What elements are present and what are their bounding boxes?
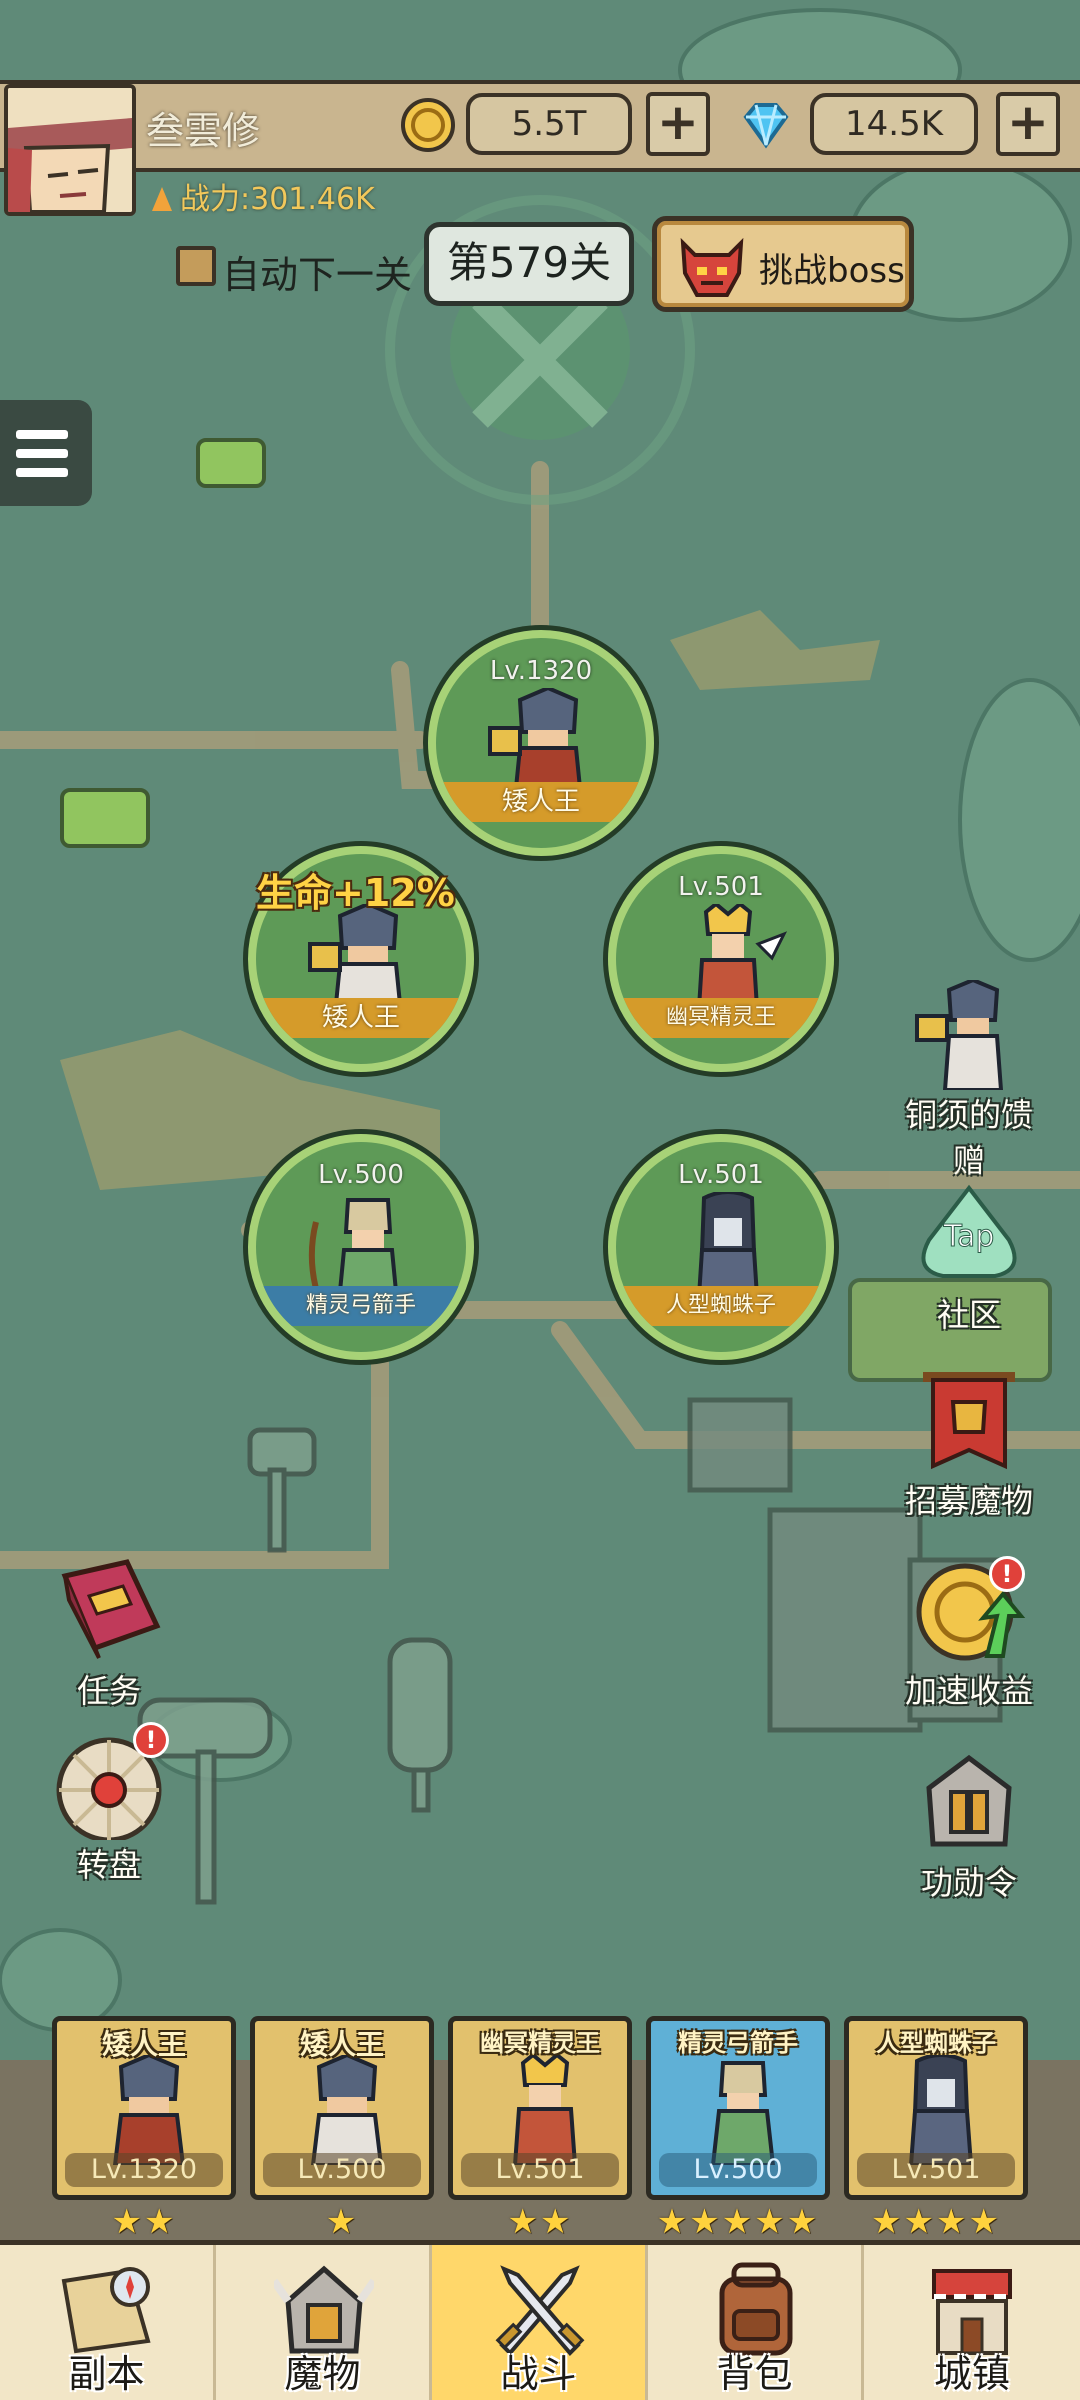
tap-community-icon: Tap <box>921 1184 1017 1278</box>
quest-button[interactable]: 任务 <box>34 1556 184 1712</box>
nav-dungeon-label: 副本 <box>68 2352 145 2396</box>
nav-dungeon[interactable]: 副本 <box>0 2245 216 2400</box>
hero-level: Lv.501 <box>678 1160 764 1190</box>
avatar-portrait-icon <box>8 88 132 212</box>
elf-archer-card-icon <box>710 2061 776 2165</box>
lucky-wheel-button[interactable]: ! 转盘 <box>34 1722 184 1886</box>
arachne-card-icon <box>908 2055 974 2165</box>
tap-icon-text: Tap <box>943 1219 995 1254</box>
challenge-boss-button[interactable]: 挑战boss <box>652 216 914 312</box>
recruit-monster-button[interactable]: 招募魔物 <box>894 1366 1044 1522</box>
team-card-stars: ★★★★★ <box>656 2202 820 2242</box>
team-card-stars: ★★ <box>111 2202 177 2242</box>
nav-battle-label: 战斗 <box>500 2352 577 2396</box>
merit-order-label: 功勋令 <box>920 1864 1017 1902</box>
nav-monster-label: 魔物 <box>284 2352 361 2396</box>
nav-town[interactable]: 城镇 <box>864 2245 1080 2400</box>
hero-name-ribbon: 人型蜘蛛子 <box>616 1286 826 1326</box>
team-card-name: 幽冥精灵王 <box>480 2029 600 2057</box>
player-name: 叁雲修 <box>146 109 261 153</box>
hero-level: Lv.1320 <box>489 656 593 686</box>
team-card-name: 矮人王 <box>101 2028 186 2061</box>
hp-buff-label: 生命+12% <box>256 871 455 915</box>
team-card-1[interactable]: 矮人王 Lv.1320 <box>52 2016 236 2200</box>
dwarf-king-white-card-icon <box>310 2055 384 2165</box>
formation-slot-5[interactable]: Lv.501 人型蜘蛛子 <box>608 1134 834 1360</box>
auto-next-stage-checkbox[interactable] <box>176 246 216 286</box>
nav-backpack-label: 背包 <box>716 2352 793 2396</box>
lucky-wheel-label: 转盘 <box>76 1846 141 1884</box>
hamburger-menu-icon <box>16 430 68 477</box>
hero-name-ribbon: 矮人王 <box>436 782 646 822</box>
dwarf-gift-button[interactable]: 铜须的馈赠 <box>894 977 1044 1182</box>
team-card-name: 人型蜘蛛子 <box>876 2029 996 2057</box>
recruit-monster-label: 招募魔物 <box>904 1482 1033 1520</box>
diamond-gem-icon <box>743 103 789 149</box>
recruit-banner-icon <box>923 1372 1015 1470</box>
team-card-stars: ★ <box>325 2202 359 2242</box>
dwarf-gift-label: 铜须的馈赠 <box>904 1096 1033 1180</box>
community-button[interactable]: Tap 社区 <box>894 1180 1044 1336</box>
team-card-level: Lv.501 <box>857 2153 1015 2187</box>
formation-slot-4[interactable]: Lv.500 精灵弓箭手 <box>248 1134 474 1360</box>
hero-level: Lv.500 <box>318 1160 404 1190</box>
notification-badge: ! <box>133 1722 169 1758</box>
formation-slot-1[interactable]: Lv.1320 矮人王 <box>428 630 654 856</box>
team-card-level: Lv.500 <box>659 2153 817 2187</box>
team-card-level: Lv.500 <box>263 2153 421 2187</box>
team-card-4[interactable]: 精灵弓箭手 Lv.500 <box>646 2016 830 2200</box>
nav-monster[interactable]: 魔物 <box>216 2245 432 2400</box>
quest-book-icon <box>61 1559 161 1659</box>
gold-amount: 5.5T <box>466 93 632 155</box>
merit-order-button[interactable]: 功勋令 <box>894 1748 1044 1904</box>
nether-elf-king-card-icon <box>512 2055 578 2165</box>
gem-amount: 14.5K <box>810 93 978 155</box>
auto-next-stage-label: 自动下一关 <box>222 253 413 297</box>
dwarf-gift-icon <box>915 977 1004 1092</box>
hero-name-ribbon: 矮人王 <box>256 998 466 1038</box>
nav-town-label: 城镇 <box>933 2352 1010 2396</box>
speed-income-button[interactable]: ! 加速收益 <box>894 1556 1044 1712</box>
combat-power-value: 战力:301.46K <box>180 182 375 217</box>
team-card-5[interactable]: 人型蜘蛛子 Lv.501 <box>844 2016 1028 2200</box>
combat-power: 战力:301.46K <box>148 174 375 218</box>
community-label: 社区 <box>936 1296 1001 1334</box>
boss-demon-icon <box>680 237 744 297</box>
notification-badge: ! <box>989 1556 1025 1592</box>
hero-level: Lv.501 <box>678 872 764 902</box>
team-card-3[interactable]: 幽冥精灵王 Lv.501 <box>448 2016 632 2200</box>
speed-income-label: 加速收益 <box>904 1672 1033 1710</box>
formation-slot-3[interactable]: Lv.501 幽冥精灵王 <box>608 846 834 1072</box>
dwarf-king-card-icon <box>112 2055 186 2165</box>
team-card-stars: ★★★★ <box>871 2202 1001 2242</box>
team-card-name: 矮人王 <box>299 2028 384 2061</box>
current-stage-label: 第579关 <box>424 222 634 306</box>
team-card-level: Lv.1320 <box>65 2153 223 2187</box>
quest-label: 任务 <box>76 1672 141 1710</box>
nav-battle[interactable]: 战斗 <box>432 2245 648 2400</box>
team-card-2[interactable]: 矮人王 Lv.500 <box>250 2016 434 2200</box>
hero-name-ribbon: 幽冥精灵王 <box>616 998 826 1038</box>
main-menu-button[interactable] <box>0 400 92 506</box>
power-flame-icon <box>152 187 172 211</box>
hero-name-ribbon: 精灵弓箭手 <box>256 1286 466 1326</box>
add-gems-button[interactable]: + <box>996 92 1060 156</box>
team-card-level: Lv.501 <box>461 2153 619 2187</box>
helmet-order-icon <box>926 1754 1012 1847</box>
nav-backpack[interactable]: 背包 <box>648 2245 864 2400</box>
add-gold-button[interactable]: + <box>646 92 710 156</box>
gold-coin-icon <box>401 98 455 152</box>
challenge-boss-label: 挑战boss <box>759 251 905 291</box>
player-avatar[interactable] <box>4 84 136 216</box>
team-card-stars: ★★ <box>507 2202 573 2242</box>
team-card-name: 精灵弓箭手 <box>678 2029 798 2057</box>
